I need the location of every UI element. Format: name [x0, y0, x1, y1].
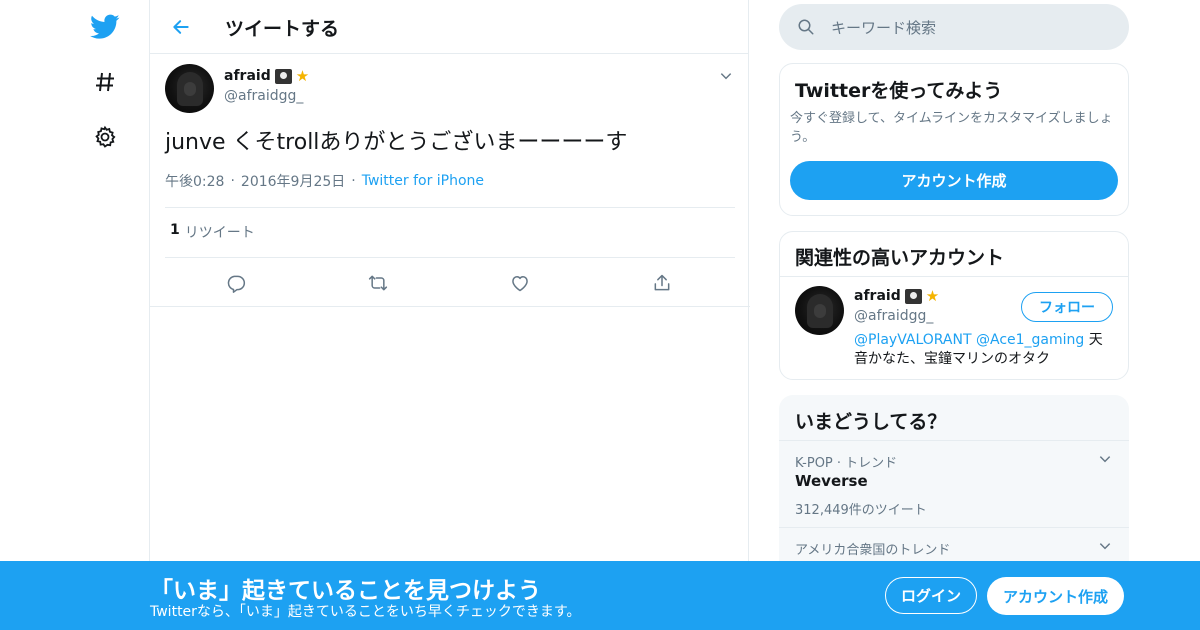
avatar[interactable]	[165, 64, 214, 113]
related-accounts-card: 関連性の高いアカウント afraid @afraidgg_ フォロー @Play…	[779, 231, 1129, 380]
tweet-time[interactable]: 午後0:28	[165, 171, 224, 191]
tweet-actions	[150, 268, 750, 298]
retweet-label: リツイート	[184, 225, 255, 241]
back-button[interactable]	[166, 12, 196, 42]
tweet-date[interactable]: 2016年9月25日	[241, 171, 345, 191]
chevron-down-icon	[720, 73, 732, 80]
related-user-bio: @PlayVALORANT @Ace1_gaming 天音かなた、宝鐘マリンのオ…	[854, 331, 1116, 369]
settings-gear-icon	[95, 125, 116, 148]
tweet-stats[interactable]: 1 リツイート	[170, 222, 255, 242]
meta-separator: ·	[351, 173, 356, 189]
retweet-button[interactable]	[363, 268, 393, 298]
retweet-count: 1	[170, 222, 180, 238]
signup-banner: 「いま」起きていることを見つけよう Twitterなら、「いま」起きていることを…	[0, 561, 1200, 630]
share-icon	[654, 274, 670, 291]
login-button[interactable]: ログイン	[885, 577, 977, 614]
banner-title: 「いま」起きていることを見つけよう	[150, 578, 541, 604]
page-title: ツイートする	[225, 18, 340, 40]
divider	[780, 276, 1128, 277]
dizzy-star-emoji-icon	[926, 287, 943, 305]
tweet-meta: 午後0:28 · 2016年9月25日 · Twitter for iPhone	[165, 171, 484, 191]
meta-separator: ·	[230, 173, 235, 189]
twitter-bird-icon	[90, 14, 120, 39]
banner-create-account-button[interactable]: アカウント作成	[987, 577, 1124, 615]
related-user-name[interactable]: afraid	[854, 287, 943, 305]
search-box[interactable]: キーワード検索	[779, 4, 1129, 50]
trend-context: アメリカ合衆国のトレンド	[795, 543, 951, 558]
tweet-menu-button[interactable]	[716, 66, 736, 86]
chevron-down-icon	[1099, 456, 1111, 463]
signup-card: Twitterを使ってみよう 今すぐ登録して、タイムラインをカスタマイズしましょ…	[779, 63, 1129, 216]
tweet-text: junve くそtrollありがとうございまーーーーす	[165, 130, 628, 155]
trends-card-title: いまどうしてる？	[795, 411, 947, 433]
signup-card-desc: 今すぐ登録して、タイムラインをカスタマイズしましょう。	[790, 111, 1113, 145]
trend-menu-button[interactable]	[1095, 449, 1115, 469]
hashtag-icon	[96, 72, 114, 92]
search-icon	[798, 19, 814, 35]
left-nav	[80, 0, 130, 630]
page: ツイートする afraid @afraidgg_ junve くそtrollあり…	[0, 0, 1200, 630]
trend-item[interactable]: K-POP · トレンド Weverse 312,449件のツイート	[779, 441, 1129, 527]
explore-link[interactable]	[88, 65, 122, 99]
trend-name: Weverse	[795, 472, 868, 490]
like-button[interactable]	[505, 268, 535, 298]
author-name[interactable]: afraid	[224, 67, 313, 85]
reply-button[interactable]	[221, 268, 251, 298]
related-user-handle[interactable]: @afraidgg_	[854, 308, 933, 324]
search-input[interactable]: キーワード検索	[831, 17, 936, 38]
trend-menu-button[interactable]	[1095, 536, 1115, 556]
tweet-header: ツイートする	[150, 0, 748, 54]
mention-link[interactable]: @Ace1_gaming	[976, 332, 1084, 348]
pirate-flag-emoji-icon	[274, 68, 292, 84]
twitter-home-link[interactable]	[88, 10, 122, 44]
back-arrow-icon	[173, 20, 189, 34]
tweet-source-link[interactable]: Twitter for iPhone	[362, 173, 484, 189]
author-handle[interactable]: @afraidgg_	[224, 88, 303, 104]
trend-context: K-POP · トレンド	[795, 456, 898, 471]
banner-subtitle: Twitterなら、「いま」起きていることをいち早くチェックできます。	[150, 604, 581, 620]
chevron-down-icon	[1099, 543, 1111, 550]
create-account-button[interactable]: アカウント作成	[790, 161, 1118, 200]
divider	[165, 207, 735, 208]
like-heart-icon	[512, 276, 528, 292]
share-button[interactable]	[647, 268, 677, 298]
divider	[150, 306, 750, 307]
related-card-title: 関連性の高いアカウント	[795, 247, 1005, 269]
signup-card-title: Twitterを使ってみよう	[795, 80, 1003, 102]
tweet-column: ツイートする afraid @afraidgg_ junve くそtrollあり…	[149, 0, 750, 630]
retweet-icon	[368, 275, 388, 291]
avatar[interactable]	[795, 286, 844, 335]
trend-count: 312,449件のツイート	[795, 503, 927, 518]
pirate-flag-emoji-icon	[904, 288, 922, 304]
divider	[165, 257, 735, 258]
dizzy-star-emoji-icon	[296, 67, 313, 85]
settings-link[interactable]	[88, 120, 122, 154]
follow-button[interactable]: フォロー	[1021, 292, 1113, 322]
reply-icon	[227, 275, 246, 293]
mention-link[interactable]: @PlayVALORANT	[854, 332, 972, 348]
